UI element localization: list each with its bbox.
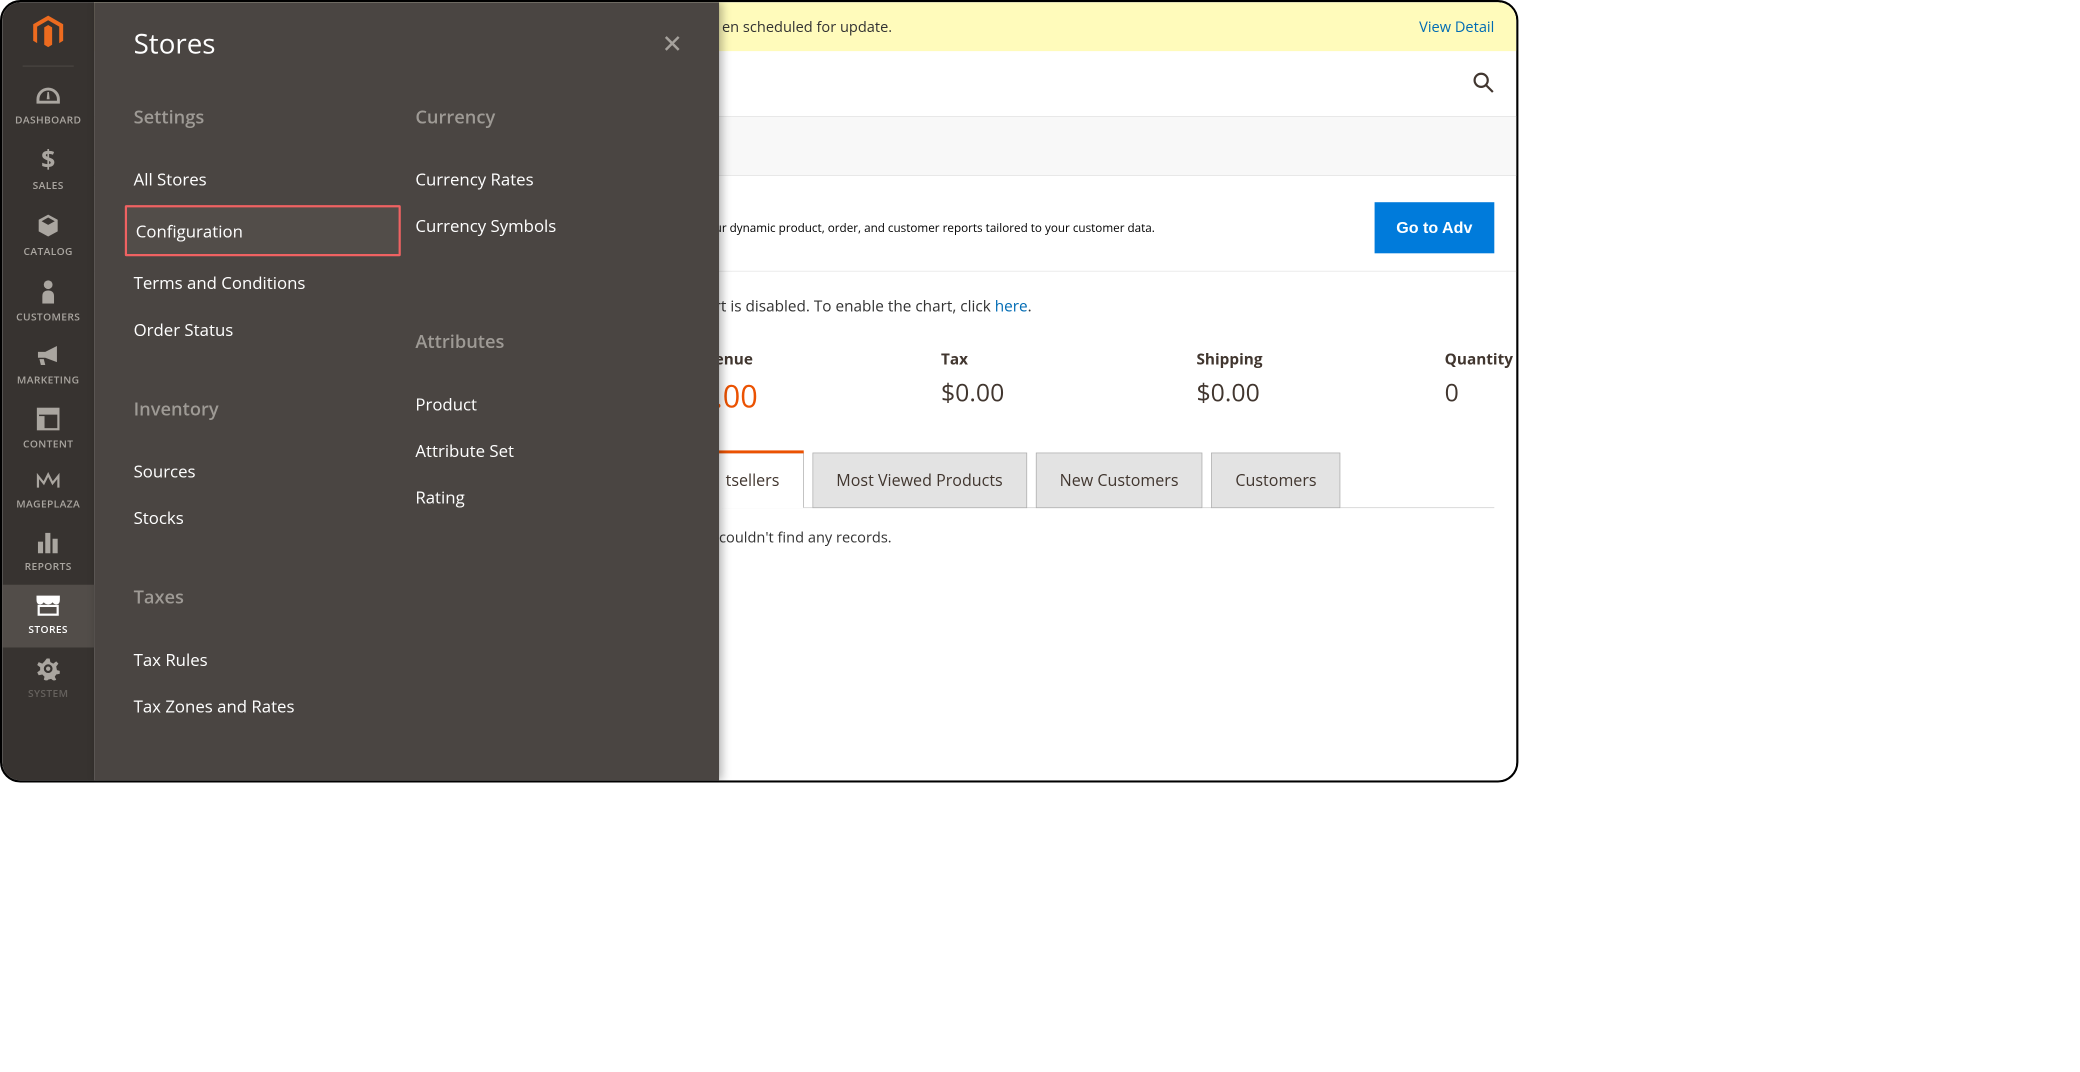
nav-label: SYSTEM	[28, 687, 68, 701]
svg-text:$: $	[41, 147, 55, 172]
tab-new-customers[interactable]: New Customers	[1036, 453, 1203, 508]
kpi-value: $0.00	[941, 375, 1196, 409]
sources-link[interactable]: Sources	[125, 447, 401, 494]
currency-heading: Currency	[415, 104, 682, 129]
settings-heading: Settings	[134, 104, 401, 129]
admin-sidebar: DASHBOARD $ SALES CATALOG CUSTOMERS MARK…	[2, 2, 94, 780]
kpi-label: Tax	[941, 349, 1196, 369]
submenu-title: Stores	[134, 24, 216, 62]
gear-icon	[37, 657, 60, 680]
terms-link[interactable]: Terms and Conditions	[125, 259, 401, 306]
nav-mageplaza[interactable]: MAGEPLAZA	[2, 462, 94, 522]
inventory-heading: Inventory	[134, 396, 401, 421]
kpi-value: .00	[715, 375, 941, 417]
dashboard-icon	[35, 86, 61, 106]
nav-dashboard[interactable]: DASHBOARD	[2, 77, 94, 138]
tax-rules-link[interactable]: Tax Rules	[125, 636, 401, 683]
stores-submenu: Stores ✕ Settings All Stores Configurati…	[94, 2, 719, 780]
tab-customers[interactable]: Customers	[1211, 453, 1340, 508]
nav-label: MARKETING	[17, 373, 80, 387]
tax-zones-link[interactable]: Tax Zones and Rates	[125, 683, 401, 730]
nav-system[interactable]: SYSTEM	[2, 648, 94, 704]
nav-label: DASHBOARD	[15, 113, 81, 127]
kpi-tax: Tax $0.00	[941, 349, 1196, 417]
currency-symbols-link[interactable]: Currency Symbols	[407, 202, 683, 249]
kpi-shipping: Shipping $0.00	[1196, 349, 1444, 417]
kpi-quantity: Quantity 0	[1445, 349, 1513, 417]
nav-label: MAGEPLAZA	[16, 497, 80, 511]
kpi-label: Quantity	[1445, 349, 1513, 369]
nav-label: SALES	[33, 179, 64, 193]
nav-label: CATALOG	[24, 245, 73, 259]
all-stores-link[interactable]: All Stores	[125, 155, 401, 202]
go-advanced-button[interactable]: Go to Adv	[1374, 202, 1494, 253]
kpi-label: enue	[715, 349, 941, 369]
attributes-heading: Attributes	[415, 329, 682, 354]
store-icon	[35, 594, 61, 616]
nav-label: STORES	[28, 623, 67, 637]
kpi-value: 0	[1445, 375, 1513, 409]
kpi-label: Shipping	[1196, 349, 1444, 369]
attribute-set-link[interactable]: Attribute Set	[407, 427, 683, 474]
megaphone-icon	[35, 345, 61, 367]
magento-logo[interactable]	[28, 12, 67, 55]
kpi-value: $0.00	[1196, 375, 1444, 409]
enable-chart-link[interactable]: here	[995, 296, 1028, 316]
order-status-link[interactable]: Order Status	[125, 306, 401, 353]
taxes-heading: Taxes	[134, 585, 401, 610]
bars-icon	[37, 531, 60, 553]
nav-content[interactable]: CONTENT	[2, 398, 94, 462]
rating-link[interactable]: Rating	[407, 474, 683, 521]
dollar-icon: $	[39, 147, 57, 172]
nav-customers[interactable]: CUSTOMERS	[2, 269, 94, 335]
nav-divider	[23, 66, 74, 67]
search-icon[interactable]	[1472, 70, 1494, 100]
nav-label: CUSTOMERS	[16, 310, 80, 324]
configuration-link[interactable]: Configuration	[125, 205, 401, 256]
nav-sales[interactable]: $ SALES	[2, 138, 94, 204]
mageplaza-icon	[35, 472, 61, 491]
layout-icon	[37, 407, 60, 430]
tab-most-viewed[interactable]: Most Viewed Products	[812, 453, 1027, 508]
nav-reports[interactable]: REPORTS	[2, 522, 94, 585]
chart-period: .	[1028, 296, 1032, 316]
stocks-link[interactable]: Stocks	[125, 494, 401, 541]
empty-message: couldn't find any records.	[719, 527, 892, 547]
nav-catalog[interactable]: CATALOG	[2, 204, 94, 270]
currency-rates-link[interactable]: Currency Rates	[407, 155, 683, 202]
nav-label: CONTENT	[23, 437, 73, 451]
person-icon	[39, 279, 57, 304]
view-details-link[interactable]: View Detail	[1419, 17, 1494, 37]
nav-marketing[interactable]: MARKETING	[2, 335, 94, 398]
close-icon[interactable]: ✕	[662, 31, 683, 56]
cube-icon	[36, 213, 61, 238]
chart-text: rt is disabled. To enable the chart, cli…	[715, 296, 995, 316]
nav-label: REPORTS	[25, 560, 72, 574]
kpi-revenue: enue .00	[715, 349, 941, 417]
nav-stores[interactable]: STORES	[2, 585, 94, 648]
product-attr-link[interactable]: Product	[407, 380, 683, 427]
